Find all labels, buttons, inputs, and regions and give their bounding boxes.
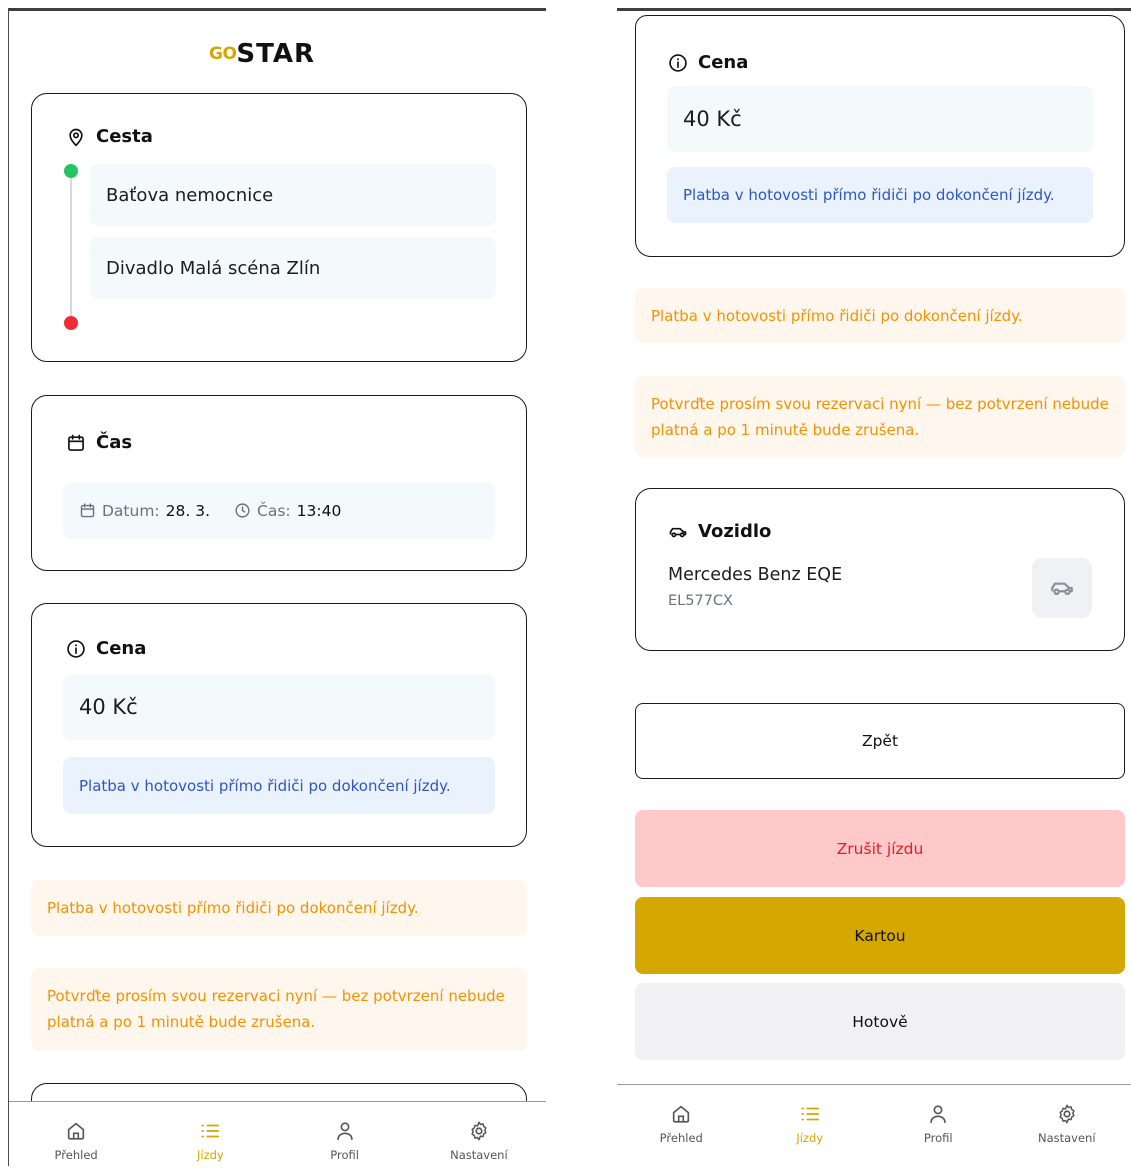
nav-label: Nastavení (450, 1148, 508, 1162)
user-icon (334, 1120, 356, 1142)
route-card-header: Cesta (66, 126, 153, 147)
time-title: Čas (96, 432, 133, 453)
time-card: Čas Datum: 28. 3. Čas: 13:40 (31, 395, 527, 571)
route-from-field[interactable]: Baťova nemocnice (90, 164, 496, 226)
nav-item-nastaveni[interactable]: Nastavení (412, 1102, 546, 1166)
list-icon (199, 1120, 221, 1142)
bottom-navigation: Přehled Jízdy Profil Nastavení (617, 1084, 1131, 1160)
nav-label: Nastavení (1037, 1131, 1096, 1145)
vehicle-title: Vozidlo (698, 521, 772, 542)
time-value: 13:40 (296, 501, 342, 520)
nav-label: Přehled (659, 1131, 703, 1145)
price-card: Cena 40 Kč Platba v hotovosti přímo řidi… (635, 15, 1125, 257)
price-info-note: Platba v hotovosti přímo řidiči po dokon… (667, 167, 1093, 223)
cancel-ride-button[interactable]: Zrušit jízdu (635, 810, 1125, 887)
nav-label: Profil (923, 1131, 953, 1145)
nav-label: Přehled (54, 1148, 98, 1162)
date-value: 28. 3. (165, 501, 211, 520)
gostar-logo: GO STAR (209, 39, 315, 69)
time-label: Čas: (257, 501, 291, 520)
list-icon (799, 1103, 821, 1125)
nav-item-profil[interactable]: Profil (278, 1102, 412, 1166)
info-icon (668, 53, 688, 73)
info-icon (66, 639, 86, 659)
price-card-header: Cena (668, 52, 748, 73)
calendar-icon (79, 502, 96, 519)
nav-label: Jízdy (796, 1131, 824, 1145)
route-card: Cesta Baťova nemocnice Divadlo Malá scén… (31, 93, 527, 362)
nav-item-nastaveni[interactable]: Nastavení (1003, 1085, 1131, 1160)
confirm-reservation-notice: Potvrďte prosím svou rezervaci nyní — be… (31, 968, 527, 1050)
vehicle-model: Mercedes Benz EQE (668, 565, 843, 585)
home-icon (670, 1103, 692, 1125)
logo-go-text: GO (209, 44, 237, 64)
gear-icon (1056, 1103, 1078, 1125)
back-button[interactable]: Zpět (635, 703, 1125, 779)
confirm-reservation-notice: Potvrďte prosím svou rezervaci nyní — be… (635, 376, 1125, 457)
route-title: Cesta (96, 126, 153, 147)
route-start-dot (64, 164, 78, 178)
nav-label: Profil (330, 1148, 359, 1162)
bottom-navigation: Přehled Jízdy Profil Nastavení (9, 1101, 546, 1166)
clock-icon (234, 502, 251, 519)
nav-item-jizdy[interactable]: Jízdy (143, 1102, 277, 1166)
nav-item-jizdy[interactable]: Jízdy (746, 1085, 875, 1160)
price-info-note: Platba v hotovosti přímo řidiči po dokon… (63, 757, 495, 814)
pay-card-button[interactable]: Kartou (635, 897, 1125, 974)
nav-label: Jízdy (197, 1148, 224, 1162)
date-label: Datum: (102, 501, 160, 520)
cash-payment-notice: Platba v hotovosti přímo řidiči po dokon… (31, 880, 527, 936)
user-icon (927, 1103, 949, 1125)
car-icon (668, 522, 688, 542)
vehicle-card-header: Vozidlo (668, 521, 771, 542)
price-value: 40 Kč (63, 674, 495, 740)
vehicle-thumbnail (1032, 558, 1092, 618)
nav-item-prehled[interactable]: Přehled (9, 1102, 143, 1166)
vehicle-plate: EL577CX (668, 593, 733, 609)
cash-payment-notice: Platba v hotovosti přímo řidiči po dokon… (635, 288, 1125, 343)
right-screen: Cena 40 Kč Platba v hotovosti přímo řidi… (617, 8, 1131, 1160)
price-title: Cena (96, 638, 147, 659)
location-pin-icon (66, 127, 86, 147)
route-end-dot (64, 316, 78, 330)
car-icon (1049, 575, 1075, 601)
price-card-header: Cena (66, 638, 146, 659)
gear-icon (468, 1120, 490, 1142)
price-title: Cena (698, 52, 749, 73)
vehicle-card: Vozidlo Mercedes Benz EQE EL577CX (635, 488, 1125, 651)
home-icon (65, 1120, 87, 1142)
logo-star-text: STAR (236, 39, 315, 69)
datetime-row: Datum: 28. 3. Čas: 13:40 (63, 482, 495, 539)
price-value: 40 Kč (667, 86, 1093, 152)
nav-item-profil[interactable]: Profil (874, 1085, 1003, 1160)
nav-item-prehled[interactable]: Přehled (617, 1085, 746, 1160)
route-to-field[interactable]: Divadlo Malá scéna Zlín (90, 237, 496, 299)
time-card-header: Čas (66, 432, 132, 453)
pay-cash-button[interactable]: Hotově (635, 983, 1125, 1060)
left-screen: GO STAR Cesta Baťova nemocnice Divadlo M… (8, 8, 546, 1166)
price-card: Cena 40 Kč Platba v hotovosti přímo řidi… (31, 603, 527, 847)
route-line (70, 172, 72, 322)
calendar-icon (66, 433, 86, 453)
